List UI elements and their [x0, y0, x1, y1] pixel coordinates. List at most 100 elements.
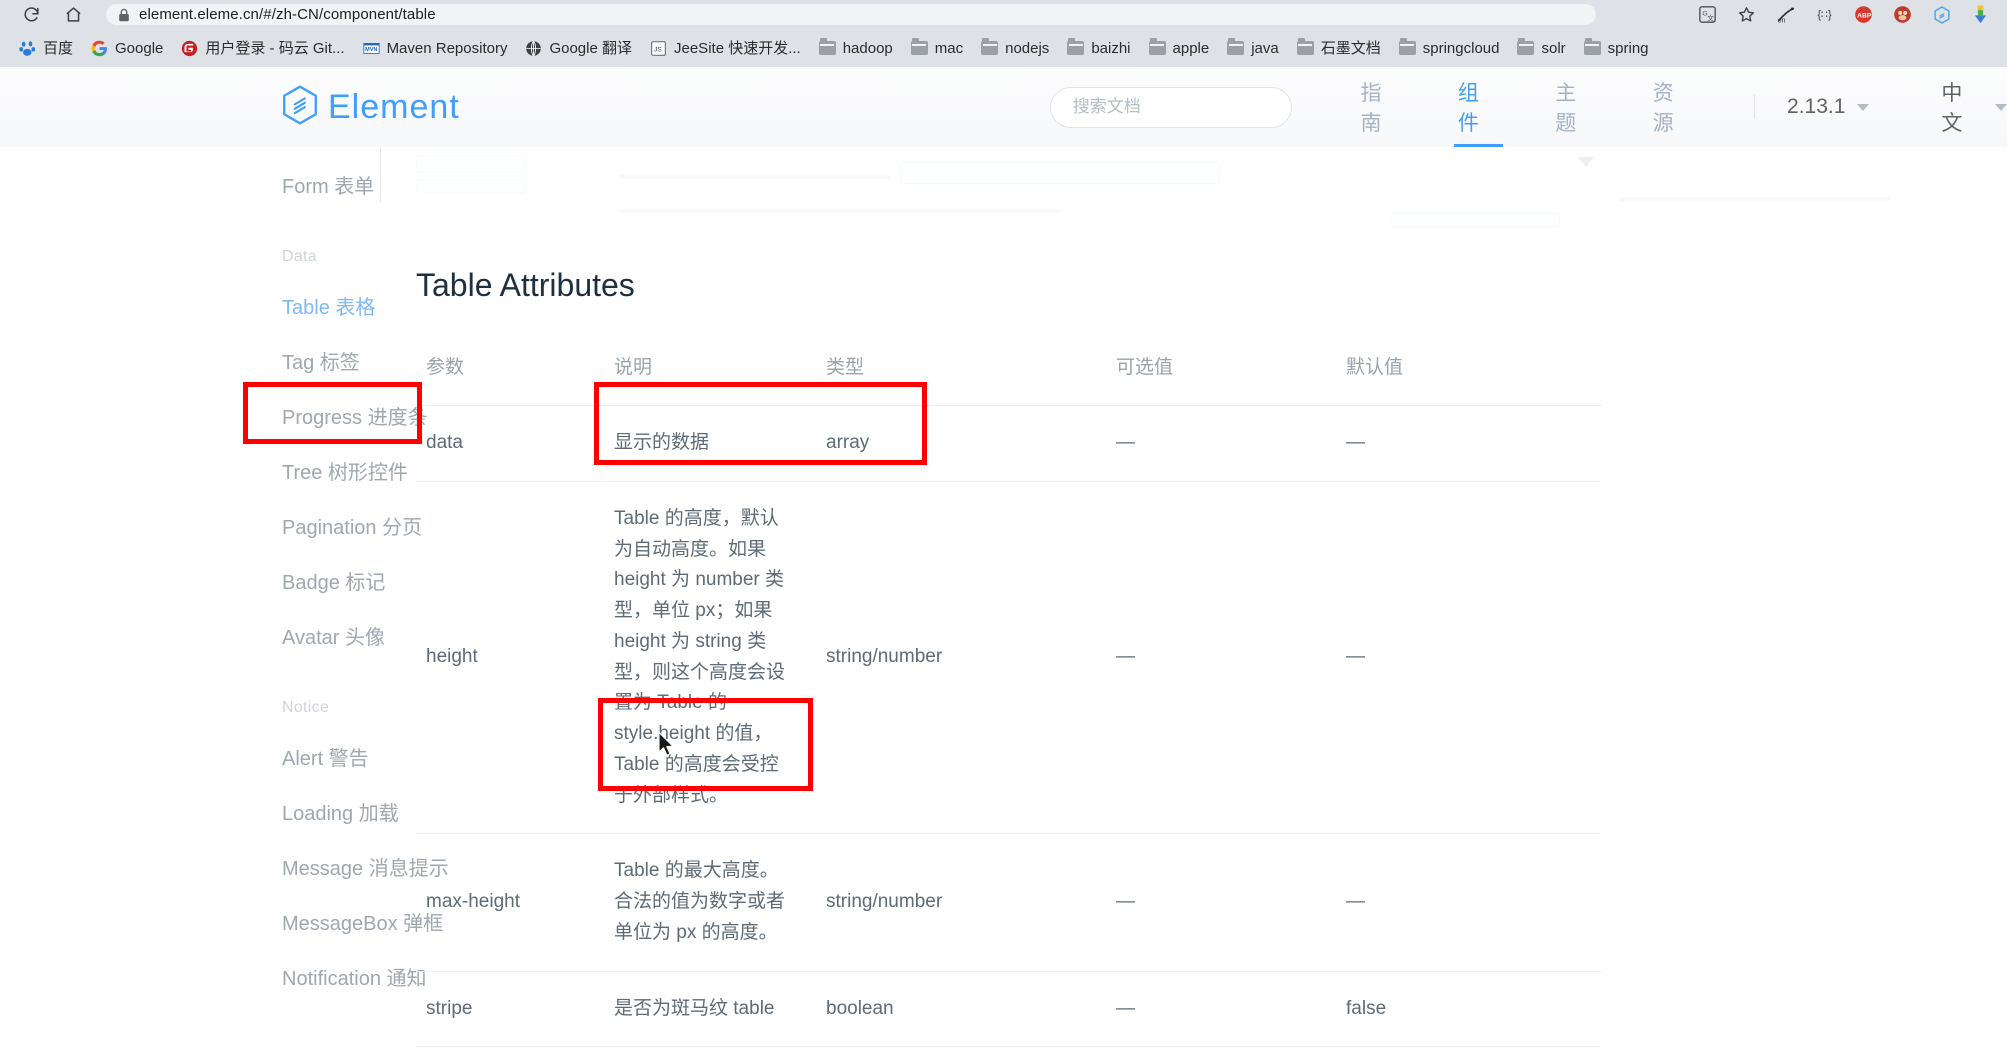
bookmark-folder[interactable]: java	[1218, 37, 1288, 60]
folder-icon	[1583, 38, 1601, 57]
navigation-buttons	[20, 4, 84, 26]
site-header: Element 指南 组件 主题 资源 2.13.1 中文	[0, 67, 2007, 147]
cell-default: false	[1336, 1046, 1601, 1052]
bookmark-item[interactable]: 百度	[10, 37, 82, 60]
cell-desc: 是否带有纵向边框	[604, 1046, 816, 1052]
bookmark-item[interactable]: JS JeeSite 快速开发...	[641, 37, 810, 60]
bookmark-label: Maven Repository	[386, 39, 508, 57]
doc-main: Table Attributes 参数 说明 类型 可选值 默认值 data 显…	[380, 147, 2007, 1052]
tampermonkey-extension-icon[interactable]	[1892, 4, 1913, 25]
bookmark-star-icon[interactable]	[1736, 4, 1757, 25]
sidebar-item-notification[interactable]: Notification 通知	[0, 949, 427, 1004]
search-input[interactable]	[1072, 97, 1270, 117]
cell-param: border	[416, 1046, 604, 1052]
main-nav: 指南 组件 主题 资源	[1332, 67, 1722, 147]
sidebar-item-alert[interactable]: Alert 警告	[0, 729, 380, 784]
bookmark-item[interactable]: MVN Maven Repository	[354, 37, 517, 60]
bookmark-label: 百度	[43, 39, 74, 57]
cell-desc: 是否为斑马纹 table	[604, 971, 816, 1048]
google-icon	[91, 40, 108, 57]
eudic-extension-icon[interactable]: en	[1775, 4, 1796, 25]
address-bar[interactable]: element.eleme.cn/#/zh-CN/component/table	[106, 4, 1596, 25]
scrolled-off-demo-block	[380, 147, 1912, 228]
bookmark-label: Google	[115, 39, 164, 57]
bookmark-item[interactable]: Google	[82, 37, 172, 60]
site-logo[interactable]: Element	[282, 85, 460, 130]
header-divider	[1754, 95, 1756, 119]
json-viewer-extension-icon[interactable]: {∷}	[1814, 4, 1835, 25]
column-header-options: 可选值	[1106, 352, 1336, 406]
sidebar-nav: Form 表单 Data Table 表格 Tag 标签 Progress 进度…	[0, 147, 449, 1052]
nav-resources[interactable]: 资源	[1625, 67, 1722, 147]
sidebar-item-table[interactable]: Table 表格	[0, 278, 380, 333]
sidebar-item-message[interactable]: Message 消息提示	[0, 839, 449, 894]
bookmark-label: springcloud	[1422, 39, 1500, 57]
bookmark-folder[interactable]: springcloud	[1390, 37, 1509, 60]
cell-type: string/number	[816, 833, 1106, 972]
sidebar-item-pagination[interactable]: Pagination 分页	[0, 498, 422, 553]
browser-toolbar: element.eleme.cn/#/zh-CN/component/table…	[0, 0, 2007, 29]
sidebar-item-progress[interactable]: Progress 进度条	[0, 388, 428, 443]
table-row: max-height Table 的最大高度。合法的值为数字或者单位为 px 的…	[416, 833, 1601, 972]
sidebar-item-messagebox[interactable]: MessageBox 弹框	[0, 894, 443, 949]
bookmark-folder[interactable]: baizhi	[1058, 37, 1139, 60]
home-icon[interactable]	[62, 4, 84, 26]
bookmark-item[interactable]: Google 翻译	[516, 37, 641, 60]
bookmark-item[interactable]: 用户登录 - 码云 Git...	[172, 37, 353, 60]
language-selector[interactable]: 中文	[1941, 77, 2007, 137]
sidebar-item-tag[interactable]: Tag 标签	[0, 333, 380, 388]
bookmark-folder[interactable]: solr	[1508, 37, 1574, 60]
folder-icon	[1517, 38, 1535, 57]
downloads-icon[interactable]	[1970, 4, 1991, 25]
bookmark-folder[interactable]: hadoop	[810, 37, 902, 60]
bookmark-label: baizhi	[1091, 39, 1131, 57]
version-selector[interactable]: 2.13.1	[1787, 95, 1870, 119]
site-logo-text: Element	[328, 87, 460, 126]
chevron-down-icon	[1857, 103, 1870, 111]
folder-icon	[818, 38, 836, 57]
sidebar-item-loading[interactable]: Loading 加载	[0, 784, 399, 839]
column-header-type: 类型	[816, 352, 1106, 406]
bookmark-folder[interactable]: mac	[902, 37, 972, 60]
svg-text:en: en	[1777, 17, 1785, 24]
sidebar-item-tree[interactable]: Tree 树形控件	[0, 443, 408, 498]
cell-desc: Table 的最大高度。合法的值为数字或者单位为 px 的高度。	[604, 833, 816, 972]
folder-icon	[981, 38, 999, 57]
folder-icon	[910, 38, 928, 57]
lock-icon	[118, 8, 130, 22]
folder-icon	[1067, 38, 1085, 57]
bookmark-label: Google 翻译	[549, 39, 632, 57]
nav-guide[interactable]: 指南	[1332, 67, 1429, 147]
sidebar-item-badge[interactable]: Badge 标记	[0, 553, 385, 608]
nav-theme[interactable]: 主题	[1527, 67, 1624, 147]
cell-param: height	[416, 481, 604, 835]
table-row: height Table 的高度，默认为自动高度。如果 height 为 num…	[416, 481, 1601, 835]
bookmark-folder[interactable]: 石墨文档	[1288, 37, 1390, 60]
sidebar-item-avatar[interactable]: Avatar 头像	[0, 608, 385, 663]
header-right: 指南 组件 主题 资源 2.13.1 中文	[1049, 67, 2007, 147]
cell-options: —	[1106, 405, 1336, 482]
bookmarks-bar: 百度 Google 用户登录 - 码云 Git... MVN Maven Rep…	[0, 29, 2007, 67]
element-logo-icon	[282, 85, 318, 130]
element-extension-icon[interactable]	[1931, 4, 1952, 25]
adblock-extension-icon[interactable]: ABP	[1853, 4, 1874, 25]
google-translate-icon	[525, 40, 542, 57]
page-content: Element 指南 组件 主题 资源 2.13.1 中文	[0, 67, 2007, 1052]
bookmark-label: JeeSite 快速开发...	[674, 39, 801, 57]
cell-param: stripe	[416, 971, 604, 1048]
search-docs-box[interactable]	[1049, 86, 1293, 128]
address-bar-url: element.eleme.cn/#/zh-CN/component/table	[139, 6, 436, 23]
table-attributes: 参数 说明 类型 可选值 默认值 data 显示的数据 array — — he…	[416, 352, 1601, 1052]
jeesite-icon: JS	[650, 40, 667, 57]
sidebar-item-form[interactable]: Form 表单	[0, 157, 380, 212]
cell-default: —	[1336, 481, 1601, 835]
bookmark-folder[interactable]: nodejs	[972, 37, 1058, 60]
nav-components[interactable]: 组件	[1430, 67, 1527, 147]
table-row: stripe 是否为斑马纹 table boolean — false	[416, 971, 1601, 1048]
translate-icon[interactable]: G文	[1697, 4, 1718, 25]
page-title: Table Attributes	[416, 267, 635, 303]
bookmark-folder[interactable]: apple	[1140, 37, 1219, 60]
cell-desc: 显示的数据	[604, 405, 816, 482]
bookmark-folder[interactable]: spring	[1575, 37, 1658, 60]
reload-icon[interactable]	[20, 4, 42, 26]
